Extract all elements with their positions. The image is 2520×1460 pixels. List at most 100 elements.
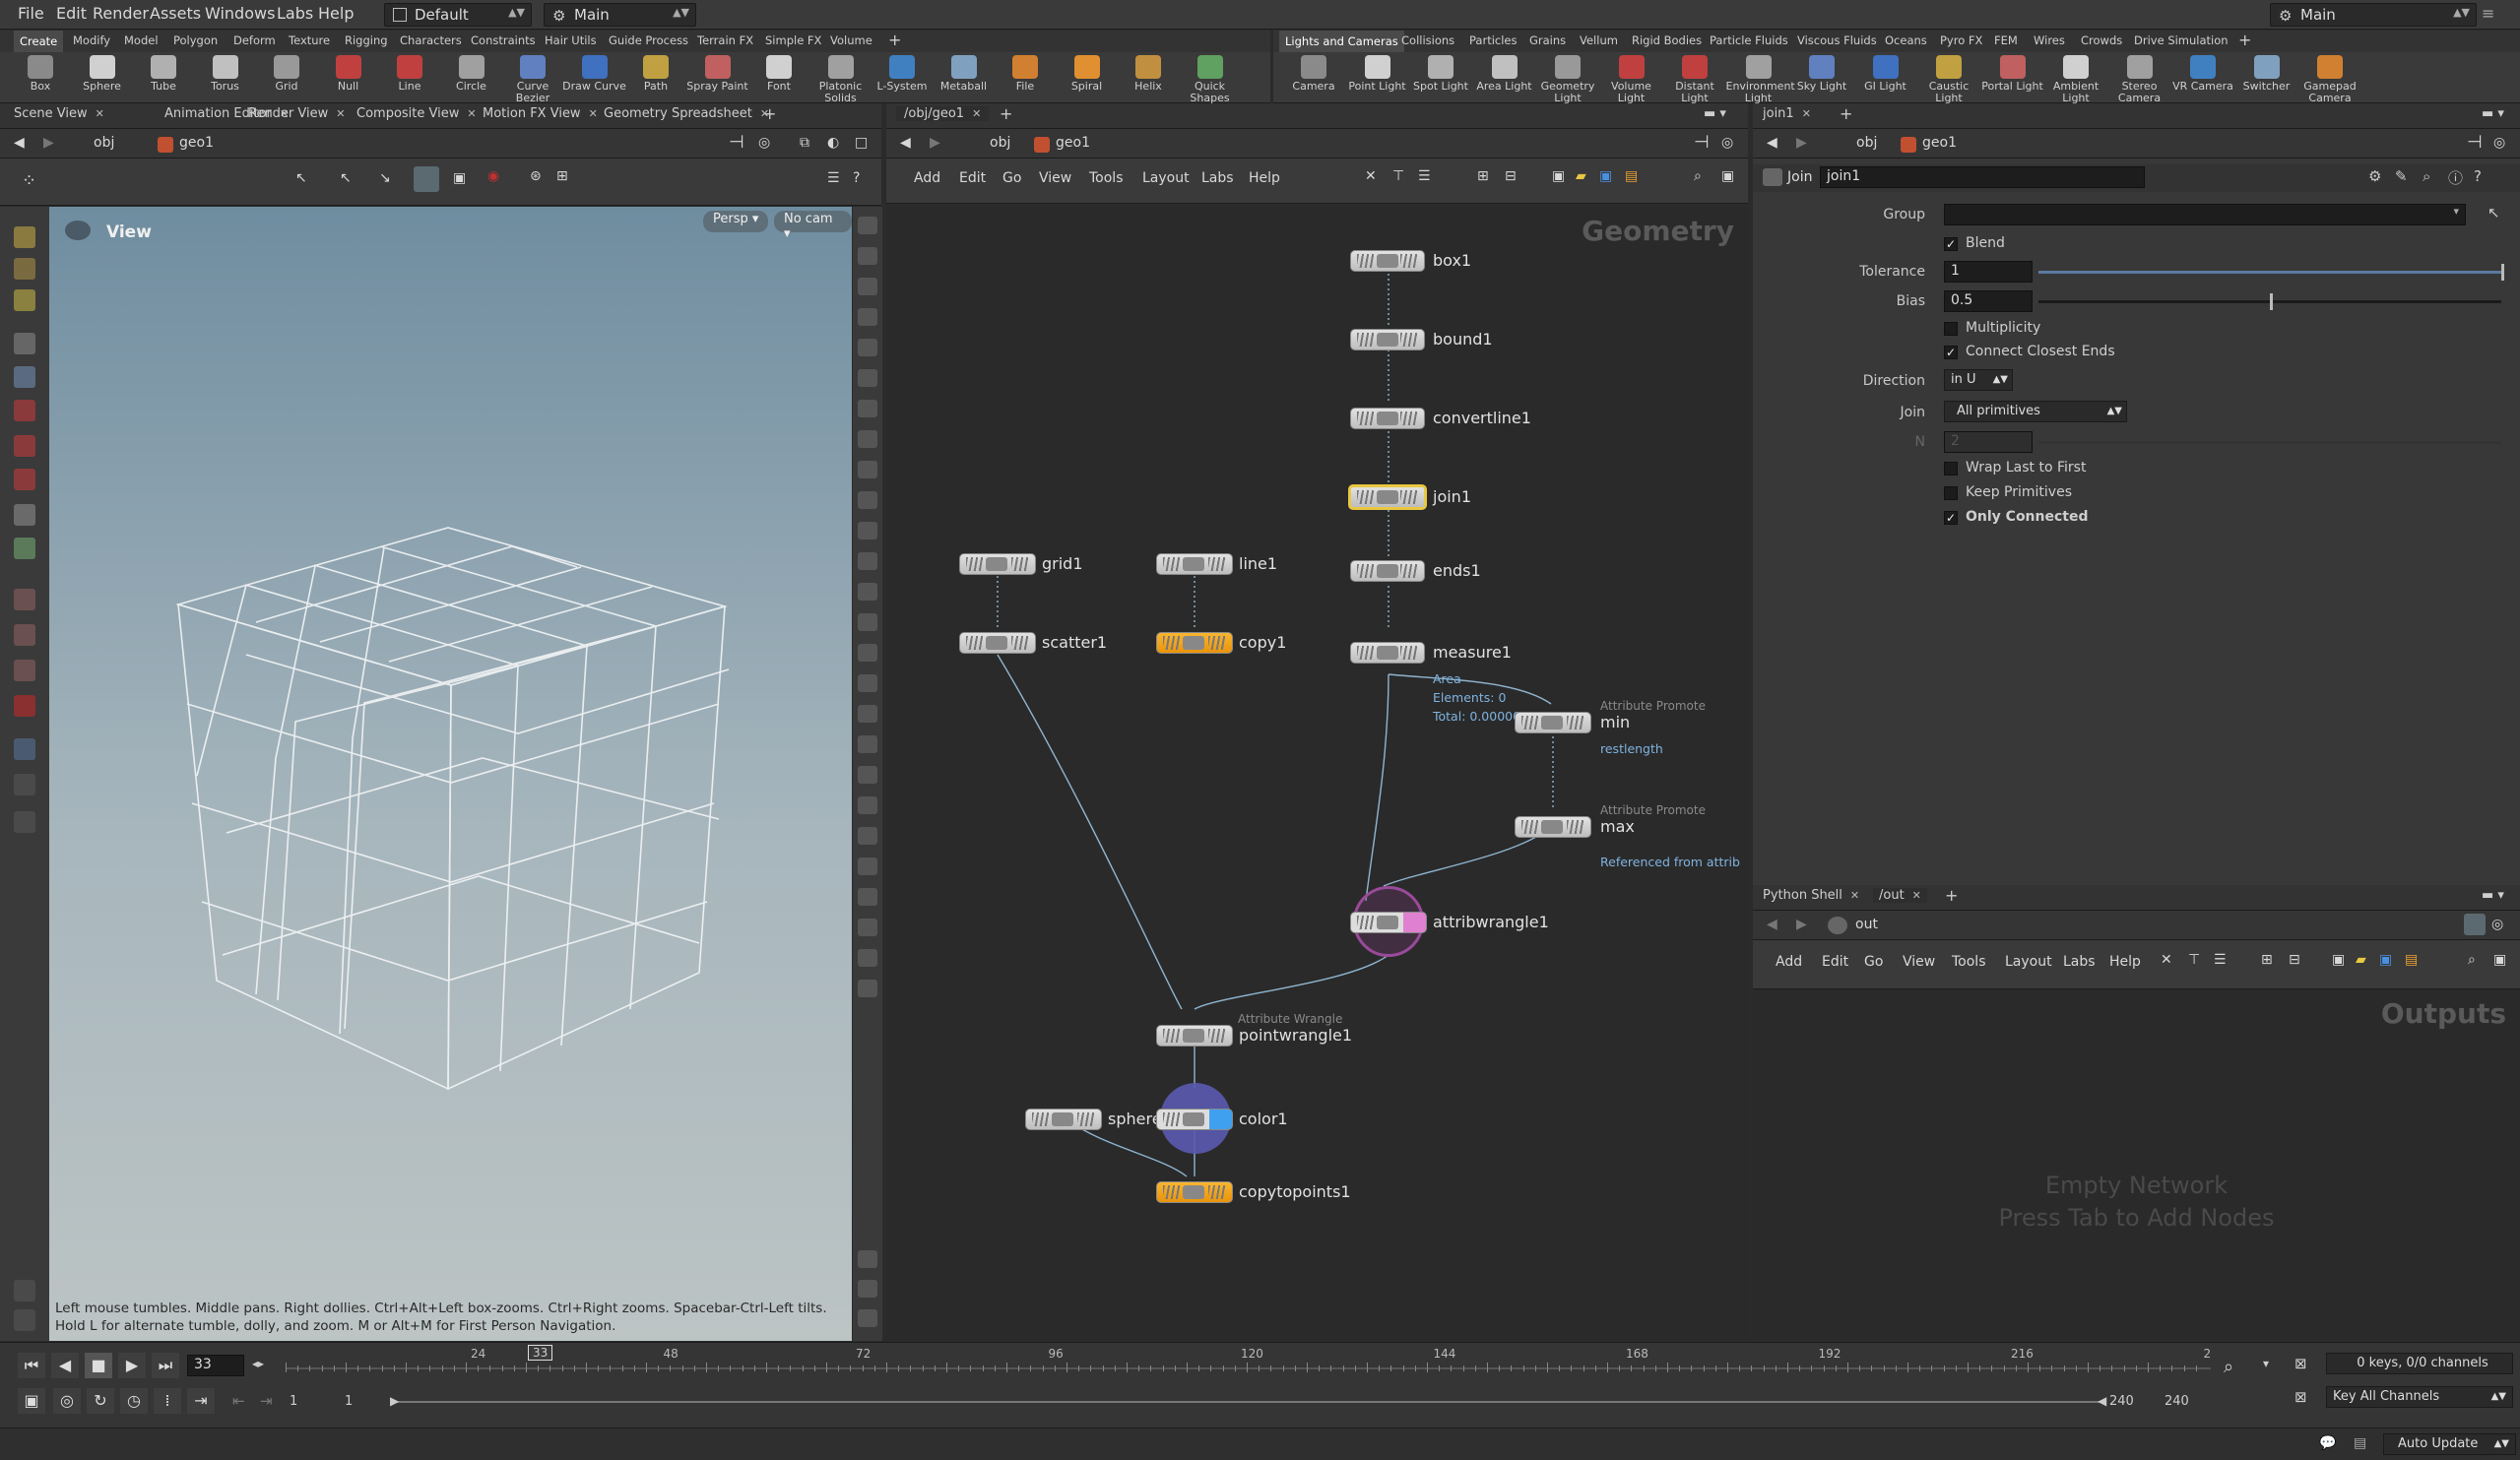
jump-start-icon[interactable]: ⏮ <box>18 1353 45 1378</box>
net-menu-tools[interactable]: Tools <box>1089 170 1124 186</box>
network-box-icon[interactable]: ▣ <box>2332 952 2345 968</box>
realtime-icon[interactable]: ▣ <box>18 1388 45 1414</box>
node-color1[interactable] <box>1156 1109 1233 1130</box>
node-box1[interactable] <box>1350 250 1425 272</box>
n-field[interactable]: 2 <box>1944 431 2033 453</box>
tree-icon[interactable]: ⊤ <box>1392 168 1404 184</box>
crumb-out[interactable]: out <box>1855 917 1878 932</box>
tab-python-shell[interactable]: Python Shell ✕ <box>1763 888 1859 903</box>
menu-windows[interactable]: Windows <box>205 4 275 23</box>
channel-icon[interactable]: ⊠ <box>2294 1355 2307 1372</box>
wrench-icon[interactable]: ✕ <box>1365 168 1377 184</box>
bias-field[interactable]: 0.5 <box>1944 290 2033 312</box>
current-frame-field[interactable]: 33 <box>187 1355 244 1376</box>
display-option-icon[interactable] <box>858 247 877 265</box>
pin-icon[interactable]: ⊣ <box>729 132 744 153</box>
sticky-note-icon[interactable]: ▰ <box>2356 952 2366 968</box>
search-icon[interactable]: ⌕ <box>2468 952 2476 968</box>
shelf-tab-guide-process[interactable]: Guide Process <box>609 33 688 47</box>
node-grid1[interactable] <box>959 553 1036 575</box>
key-channels-icon[interactable]: ⊠ <box>2294 1388 2307 1406</box>
maximize-icon[interactable]: □ <box>855 135 868 151</box>
link-icon[interactable]: ◎ <box>1721 135 1733 151</box>
network-box-icon[interactable]: ▣ <box>1552 168 1565 184</box>
join-menu[interactable]: All primitives ▲▼ <box>1944 401 2127 422</box>
edit-icon[interactable] <box>14 538 35 559</box>
tool-null[interactable]: Null <box>316 55 381 93</box>
clock-icon[interactable]: ◷ <box>120 1388 148 1414</box>
menu-render[interactable]: Render <box>93 4 149 23</box>
crumb-geo1[interactable]: geo1 <box>1922 135 1957 151</box>
net-menu-edit[interactable]: Edit <box>959 170 986 186</box>
tolerance-field[interactable]: 1 <box>1944 261 2033 283</box>
forward-icon[interactable]: ▶ <box>930 135 940 151</box>
net-menu-add[interactable]: Add <box>914 170 940 186</box>
tool-circle[interactable]: Circle <box>439 55 504 93</box>
display-option-icon[interactable] <box>858 705 877 723</box>
tab-scene-view[interactable]: Scene View ✕ <box>14 106 104 121</box>
grid-snap-icon[interactable]: ⊟ <box>2289 952 2300 968</box>
crumb-geo1[interactable]: geo1 <box>1056 135 1090 151</box>
range-end-handle[interactable]: ◀ <box>2098 1394 2106 1408</box>
select-prims-icon[interactable] <box>414 166 439 192</box>
search-icon[interactable]: ⌕ <box>1694 168 1702 184</box>
shelf-tab-rigging[interactable]: Rigging <box>345 33 388 47</box>
display-option-icon[interactable] <box>858 857 877 875</box>
node-line1[interactable] <box>1156 553 1233 575</box>
tool-line[interactable]: Line <box>377 55 442 93</box>
sculpt-icon[interactable] <box>14 624 35 646</box>
display-icon[interactable]: ◐ <box>827 135 839 151</box>
view-sphere-icon[interactable] <box>14 774 35 795</box>
display-options-icon[interactable]: ▣ <box>2493 952 2506 968</box>
brush-icon[interactable] <box>14 589 35 610</box>
shelf-tab-texture[interactable]: Texture <box>289 33 330 47</box>
gear-icon[interactable]: ⚙ <box>2368 167 2381 185</box>
render-icon[interactable] <box>14 1280 35 1301</box>
handle-tool-icon[interactable] <box>14 226 35 248</box>
display-option-icon[interactable] <box>858 766 877 784</box>
tab-out[interactable]: /out ✕ <box>1873 888 1927 903</box>
crumb-geo1[interactable]: geo1 <box>179 135 214 151</box>
move-icon[interactable] <box>14 400 35 421</box>
display-option-icon[interactable] <box>858 827 877 845</box>
paint-icon[interactable] <box>14 660 35 681</box>
node-measure1[interactable] <box>1350 642 1425 664</box>
select-mode-icon[interactable]: ↖ <box>295 170 307 186</box>
tree-icon[interactable]: ⊤ <box>2188 952 2200 968</box>
forward-icon[interactable]: ▶ <box>1796 917 1807 932</box>
tool-path[interactable]: Path <box>623 55 688 93</box>
lock-icon[interactable] <box>14 366 35 388</box>
grid-dots-icon[interactable]: ⁘ <box>22 170 36 191</box>
display-option-icon[interactable] <box>858 552 877 570</box>
link-icon[interactable]: ◎ <box>2491 917 2503 932</box>
view-tool-icon[interactable] <box>14 258 35 280</box>
prev-key-icon[interactable]: ⇤ <box>232 1392 245 1410</box>
sticky-note-icon[interactable]: ▰ <box>1576 168 1586 184</box>
tab-join1[interactable]: join1 ✕ <box>1763 106 1811 121</box>
tool-file[interactable]: File <box>993 55 1058 93</box>
rotate-icon[interactable] <box>14 435 35 457</box>
display-option-icon[interactable] <box>858 674 877 692</box>
shelf-tab-create[interactable]: Create <box>14 31 64 52</box>
display-option-icon[interactable] <box>858 949 877 967</box>
node-name-field[interactable]: join1 <box>1820 166 2145 188</box>
light-tool-portal-light[interactable]: Portal Light <box>1980 55 2045 93</box>
shelf-tab-particles[interactable]: Particles <box>1469 33 1517 47</box>
crumb-obj[interactable]: obj <box>990 135 1010 151</box>
display-option-icon[interactable] <box>858 980 877 997</box>
stop-icon[interactable]: ■ <box>85 1353 112 1378</box>
tab-motion-fx-view[interactable]: Motion FX View ✕ <box>483 106 598 121</box>
display-option-icon[interactable] <box>858 217 877 234</box>
out-menu-go[interactable]: Go <box>1864 954 1883 970</box>
shelf-tab-simple-fx[interactable]: Simple FX <box>765 33 821 47</box>
add-tab-icon[interactable]: + <box>763 104 776 123</box>
out-menu-layout[interactable]: Layout <box>2005 954 2052 970</box>
shelf-tab-rigid-bodies[interactable]: Rigid Bodies <box>1632 33 1702 47</box>
node-min[interactable] <box>1515 712 1591 733</box>
scale-icon[interactable] <box>14 469 35 490</box>
tool-metaball[interactable]: Metaball <box>932 55 997 93</box>
light-tool-gamepad-camera[interactable]: Gamepad Camera <box>2297 55 2362 104</box>
light-tool-point-light[interactable]: Point Light <box>1345 55 1410 93</box>
tool-quick-shapes[interactable]: Quick Shapes <box>1178 55 1243 104</box>
link-icon[interactable]: ◎ <box>758 135 770 151</box>
